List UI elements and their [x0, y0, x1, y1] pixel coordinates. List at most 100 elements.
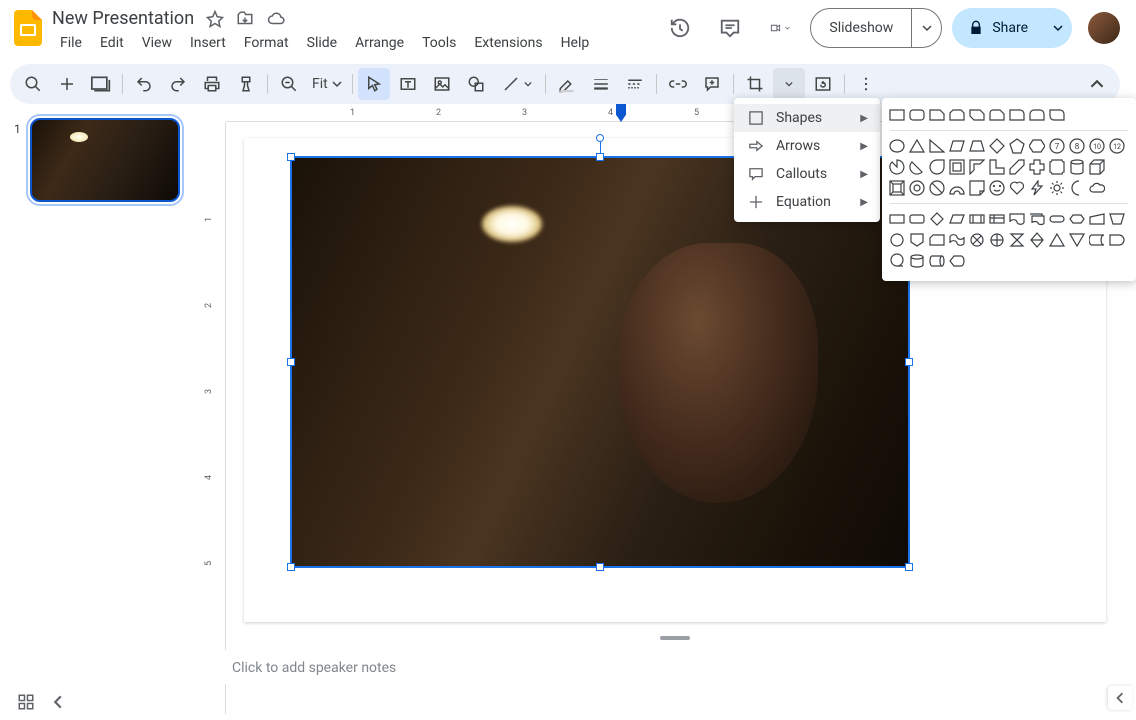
shape-cloud[interactable]	[1088, 179, 1106, 197]
shape-plaque[interactable]	[1048, 158, 1066, 176]
shape-flow-merge[interactable]	[1068, 231, 1086, 249]
shape-cross[interactable]	[1028, 158, 1046, 176]
new-slide-button[interactable]	[51, 68, 83, 100]
menu-help[interactable]: Help	[553, 31, 598, 55]
shape-flow-seq-access[interactable]	[888, 252, 906, 270]
cloud-status-icon[interactable]	[266, 10, 286, 28]
print-button[interactable]	[196, 68, 228, 100]
shape-block-arc[interactable]	[948, 179, 966, 197]
shape-hexagon[interactable]	[1028, 137, 1046, 155]
shape-flow-multidoc[interactable]	[1028, 210, 1046, 228]
zoom-button[interactable]	[273, 68, 305, 100]
menu-file[interactable]: File	[52, 31, 90, 55]
shape-flow-junction[interactable]	[968, 231, 986, 249]
shape-flow-process[interactable]	[888, 210, 906, 228]
collapse-filmstrip-button[interactable]	[42, 686, 74, 718]
shape-flow-data[interactable]	[948, 210, 966, 228]
shape-flow-magnetic-disk[interactable]	[908, 252, 926, 270]
paint-format-button[interactable]	[230, 68, 262, 100]
move-icon[interactable]	[236, 10, 254, 28]
slide-thumbnail-1[interactable]	[30, 118, 180, 202]
more-tools-button[interactable]	[850, 68, 882, 100]
shape-heptagon[interactable]: 7	[1048, 137, 1066, 155]
shape-frame[interactable]	[948, 158, 966, 176]
menu-view[interactable]: View	[134, 31, 180, 55]
reset-image-button[interactable]	[807, 68, 839, 100]
select-tool[interactable]	[358, 68, 390, 100]
shape-flow-direct-access[interactable]	[928, 252, 946, 270]
mask-menu-callouts[interactable]: Callouts ▶	[734, 160, 880, 188]
shape-flow-extract[interactable]	[1048, 231, 1066, 249]
shape-flow-internal[interactable]	[988, 210, 1006, 228]
mask-menu-arrows[interactable]: Arrows ▶	[734, 132, 880, 160]
shape-flow-manual-input[interactable]	[1088, 210, 1106, 228]
shape-moon[interactable]	[1068, 179, 1086, 197]
resize-handle-tl[interactable]	[287, 153, 295, 161]
shape-flow-sort[interactable]	[1028, 231, 1046, 249]
shape-dodecagon[interactable]: 12	[1108, 137, 1126, 155]
shape-heart[interactable]	[1008, 179, 1026, 197]
shape-pentagon[interactable]	[1008, 137, 1026, 155]
mask-menu-equation[interactable]: Equation ▶	[734, 188, 880, 216]
menu-arrange[interactable]: Arrange	[347, 31, 412, 55]
shape-lightning[interactable]	[1028, 179, 1046, 197]
textbox-tool[interactable]	[392, 68, 424, 100]
shape-flow-preparation[interactable]	[1068, 210, 1086, 228]
menu-insert[interactable]: Insert	[182, 31, 234, 55]
slides-logo[interactable]	[8, 8, 48, 48]
zoom-dropdown[interactable]: Fit	[306, 76, 348, 92]
menu-tools[interactable]: Tools	[414, 31, 464, 55]
shape-diamond[interactable]	[988, 137, 1006, 155]
shape-snip-round[interactable]	[988, 106, 1006, 124]
shape-round-same[interactable]	[1028, 106, 1046, 124]
history-icon[interactable]	[660, 8, 700, 48]
shape-flow-document[interactable]	[1008, 210, 1026, 228]
new-slide-layout-button[interactable]	[85, 68, 117, 100]
shape-tool[interactable]	[460, 68, 492, 100]
meet-button[interactable]	[760, 8, 800, 48]
link-button[interactable]	[662, 68, 694, 100]
mask-menu-shapes[interactable]: Shapes ▶	[734, 104, 880, 132]
resize-handle-br[interactable]	[905, 563, 913, 571]
border-color-button[interactable]	[551, 68, 583, 100]
shape-flow-terminator[interactable]	[1048, 210, 1066, 228]
explore-button[interactable]	[1108, 686, 1132, 710]
notes-resize-handle[interactable]	[660, 636, 690, 640]
redo-button[interactable]	[162, 68, 194, 100]
shape-teardrop[interactable]	[928, 158, 946, 176]
shape-diagonal-stripe[interactable]	[1008, 158, 1026, 176]
shape-round-diag[interactable]	[1048, 106, 1066, 124]
resize-handle-bm[interactable]	[596, 563, 604, 571]
shape-triangle[interactable]	[908, 137, 926, 155]
mask-image-button[interactable]	[773, 68, 805, 100]
image-tool[interactable]	[426, 68, 458, 100]
shape-can[interactable]	[1068, 158, 1086, 176]
shape-flow-offpage[interactable]	[908, 231, 926, 249]
share-main[interactable]: Share	[952, 20, 1044, 36]
menu-edit[interactable]: Edit	[92, 31, 132, 55]
vertical-ruler[interactable]: 1 2 3 4 5	[200, 122, 226, 714]
shape-sun[interactable]	[1048, 179, 1066, 197]
shape-rounded-rect[interactable]	[908, 106, 926, 124]
doc-title[interactable]: New Presentation	[52, 8, 194, 29]
shape-donut[interactable]	[908, 179, 926, 197]
rotate-handle[interactable]	[596, 134, 604, 142]
shape-half-frame[interactable]	[968, 158, 986, 176]
menu-extensions[interactable]: Extensions	[466, 31, 550, 55]
grid-view-button[interactable]	[10, 686, 42, 718]
shape-trapezoid[interactable]	[968, 137, 986, 155]
resize-handle-bl[interactable]	[287, 563, 295, 571]
shape-decagon[interactable]: 10	[1088, 137, 1106, 155]
resize-handle-mr[interactable]	[905, 358, 913, 366]
shape-folded-corner[interactable]	[968, 179, 986, 197]
resize-handle-ml[interactable]	[287, 358, 295, 366]
shape-bevel[interactable]	[888, 179, 906, 197]
shape-flow-manual-op[interactable]	[1108, 210, 1126, 228]
border-weight-button[interactable]	[585, 68, 617, 100]
shape-snip-single[interactable]	[928, 106, 946, 124]
shape-snip-same[interactable]	[948, 106, 966, 124]
shape-rectangle[interactable]	[888, 106, 906, 124]
shape-pie[interactable]	[888, 158, 906, 176]
search-menus-button[interactable]	[17, 68, 49, 100]
shape-octagon[interactable]: 8	[1068, 137, 1086, 155]
